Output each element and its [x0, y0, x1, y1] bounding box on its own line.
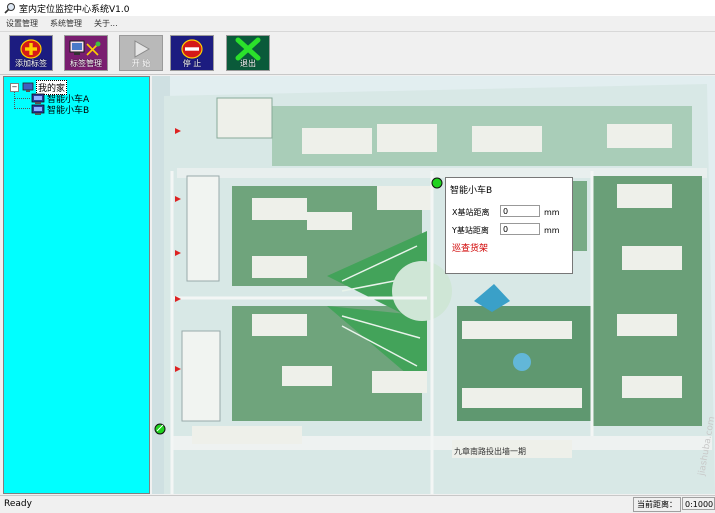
y-distance-field[interactable]: 0 [500, 223, 540, 235]
distance-value: 0:1000 c [682, 497, 715, 510]
y-unit: mm [544, 226, 560, 235]
start-button[interactable]: 开 始 [119, 35, 163, 71]
title-bar: 室内定位监控中心系统V1.0 [0, 0, 715, 17]
exit-button[interactable]: 退出 [226, 35, 270, 71]
tag-manage-button[interactable]: 标签管理 [64, 35, 108, 71]
status-bar: Ready 当前距离： 0:1000 c [0, 495, 715, 513]
menu-about[interactable]: 关于... [88, 18, 124, 29]
start-label: 开 始 [131, 59, 151, 68]
tag-info-panel: 智能小车B X基站距离 0 mm Y基站距离 0 mm 巡查货架 [445, 177, 573, 274]
x-distance-label: X基站距离 [452, 208, 490, 217]
tree-item-car-b[interactable]: 智能小车B [31, 103, 89, 116]
x-unit: mm [544, 208, 560, 217]
window-title: 室内定位监控中心系统V1.0 [19, 4, 130, 15]
add-tag-label: 添加标签 [15, 59, 47, 68]
stop-button[interactable]: 停 止 [170, 35, 214, 71]
map-bottom-label: 九章南路投出墙一期 [454, 446, 526, 456]
collapse-icon[interactable]: − [10, 83, 19, 92]
distance-label: 当前距离： [633, 497, 681, 512]
magnifier-icon [4, 3, 15, 14]
device-tree: − 我的家 智能小车A 智能小车B [3, 76, 150, 494]
info-title: 智能小车B [450, 186, 493, 196]
stop-label: 停 止 [182, 59, 202, 68]
action-text: 巡查货架 [452, 244, 489, 254]
tree-item-label[interactable]: 智能小车B [47, 103, 89, 116]
tree-line [14, 98, 30, 99]
x-distance-field[interactable]: 0 [500, 205, 540, 217]
toolbar: 添加标签 标签管理 开 始 停 止 退出 [0, 31, 715, 75]
device-icon [31, 104, 45, 115]
menu-bar: 设置管理 系统管理 关于... [0, 16, 715, 30]
add-tag-button[interactable]: 添加标签 [9, 35, 53, 71]
exit-label: 退出 [240, 59, 256, 68]
menu-settings[interactable]: 设置管理 [0, 18, 44, 29]
car-b-marker [431, 177, 443, 189]
tag-manage-label: 标签管理 [70, 59, 102, 68]
y-distance-label: Y基站距离 [452, 226, 489, 235]
menu-system[interactable]: 系统管理 [44, 18, 88, 29]
status-ready: Ready [4, 499, 32, 509]
car-a-marker [154, 423, 166, 435]
site-map-image: jiashuba.com 九章南路投出墙一期 [152, 76, 715, 494]
tree-line [14, 108, 30, 109]
map-view[interactable]: jiashuba.com 九章南路投出墙一期 [152, 76, 715, 494]
